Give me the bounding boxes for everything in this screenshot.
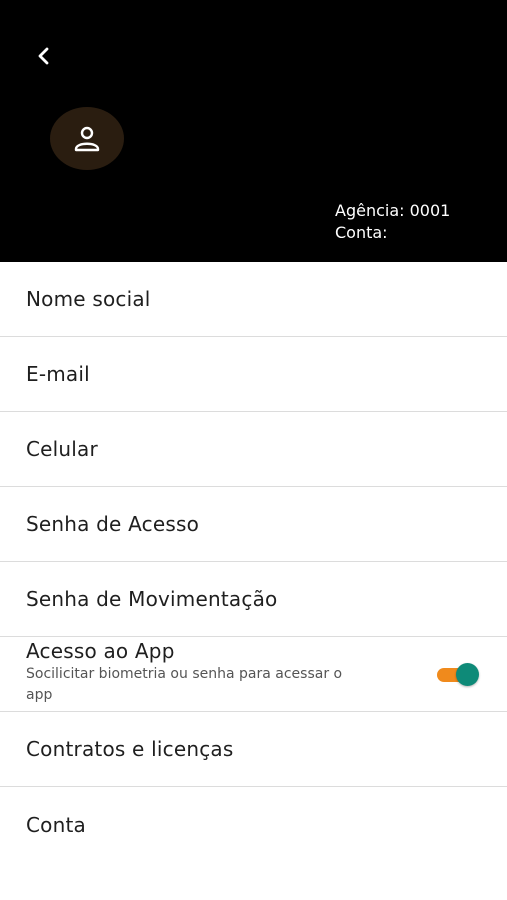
chevron-left-icon [38,47,49,65]
menu-item-label: Senha de Acesso [26,512,200,536]
menu-item-label: Nome social [26,287,151,311]
back-button[interactable] [30,42,58,70]
user-icon [74,126,100,151]
toggle-thumb [456,663,479,686]
menu-item-label: Conta [26,812,86,837]
conta-text: Conta: [335,223,388,242]
agencia-text: Agência: 0001 [335,201,451,220]
settings-list: Nome social E-mail Celular Senha de Aces… [0,262,507,862]
menu-item-label: E-mail [26,362,90,386]
menu-item-senha-movimentacao[interactable]: Senha de Movimentação [0,562,507,637]
menu-item-label: Celular [26,437,98,461]
menu-item-description: Socilicitar biometria ou senha para aces… [26,666,343,703]
account-info: Agência: 0001 Conta: [335,200,450,244]
menu-item-acesso-app: Acesso ao App Socilicitar biometria ou s… [0,637,507,712]
profile-screen: Agência: 0001 Conta: Nome social E-mail … [0,0,507,900]
menu-item-nome-social[interactable]: Nome social [0,262,507,337]
menu-item-label: Acesso ao App [26,639,175,663]
app-access-toggle[interactable] [437,663,479,686]
menu-item-celular[interactable]: Celular [0,412,507,487]
profile-header: Agência: 0001 Conta: [0,0,507,262]
menu-item-conta[interactable]: Conta [0,787,507,862]
avatar[interactable] [50,107,124,170]
menu-item-label: Contratos e licenças [26,737,234,761]
menu-item-email[interactable]: E-mail [0,337,507,412]
menu-item-label: Senha de Movimentação [26,587,278,611]
menu-item-senha-acesso[interactable]: Senha de Acesso [0,487,507,562]
menu-item-contratos[interactable]: Contratos e licenças [0,712,507,787]
